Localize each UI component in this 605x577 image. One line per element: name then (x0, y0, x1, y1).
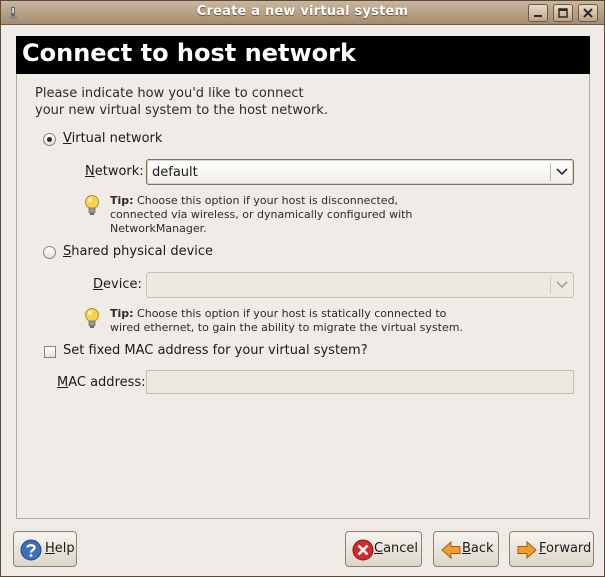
page-header: Connect to host network (16, 36, 590, 74)
maximize-icon (558, 8, 568, 18)
mac-address-label-mnemonic: M (57, 375, 69, 390)
close-icon (583, 8, 593, 18)
tip-bold: Tip: (110, 194, 134, 207)
back-arrow-icon (441, 540, 461, 560)
tip-text: Choose this option if your host is stati… (110, 307, 463, 334)
mac-address-input[interactable] (146, 370, 574, 394)
forward-button-label: Forward (539, 541, 591, 556)
help-icon (20, 539, 42, 561)
network-select-value: default (152, 165, 198, 180)
lightbulb-icon (85, 195, 99, 215)
lightbulb-icon (85, 308, 99, 328)
page-title: Connect to host network (22, 39, 356, 67)
back-mnemonic: B (462, 541, 471, 556)
mac-address-label: MAC address: (57, 375, 146, 390)
virtual-network-radio[interactable] (43, 133, 56, 146)
device-label-rest: evice: (103, 277, 142, 292)
shared-device-label[interactable]: Shared physical device (63, 244, 213, 259)
minimize-icon (534, 15, 542, 17)
cancel-icon (352, 539, 374, 561)
help-button[interactable]: Help (13, 531, 77, 567)
fixed-mac-label-after: xed MAC address for your virtual system? (96, 343, 368, 358)
virtual-network-label-rest: irtual network (71, 131, 163, 146)
cancel-rest: ancel (383, 541, 419, 556)
title-bar[interactable]: Create a new virtual system (1, 1, 604, 25)
fixed-mac-label-before: Set f (63, 343, 97, 358)
tip-bold: Tip: (110, 307, 134, 320)
cancel-mnemonic: C (374, 541, 384, 556)
back-button-label: Back (462, 541, 494, 556)
shared-device-radio[interactable] (43, 246, 56, 259)
forward-mnemonic: F (539, 541, 547, 556)
virtual-network-label-mnemonic: V (63, 131, 72, 146)
fixed-mac-label[interactable]: Set fixed MAC address for your virtual s… (63, 343, 368, 358)
cancel-button[interactable]: Cancel (345, 531, 422, 567)
network-label-rest: etwork: (94, 164, 144, 179)
help-mnemonic: H (45, 541, 55, 556)
combo-separator (550, 163, 551, 181)
back-rest: ack (470, 541, 494, 556)
device-label-mnemonic: D (93, 277, 104, 292)
virtual-network-tip: Tip: Choose this option if your host is … (110, 194, 412, 236)
forward-arrow-icon (517, 540, 537, 560)
help-rest: elp (54, 541, 75, 556)
network-select[interactable]: default (146, 159, 574, 185)
chevron-down-icon (556, 168, 568, 176)
network-label: Network: (85, 164, 144, 179)
maximize-button[interactable] (553, 4, 573, 22)
forward-rest: orward (546, 541, 592, 556)
network-label-mnemonic: N (85, 164, 95, 179)
dialog-window: Create a new virtual system Connect to h… (0, 0, 605, 577)
device-label: Device: (93, 277, 142, 292)
forward-button[interactable]: Forward (509, 531, 594, 567)
back-button[interactable]: Back (433, 531, 499, 567)
cancel-button-label: Cancel (374, 541, 418, 556)
intro-text: Please indicate how you'd like to connec… (35, 86, 328, 118)
chevron-down-icon (556, 281, 568, 289)
combo-separator (550, 276, 551, 294)
device-select[interactable] (146, 272, 574, 298)
help-button-label: Help (45, 541, 75, 556)
minimize-button[interactable] (528, 4, 548, 22)
mac-address-label-rest: AC address: (68, 375, 146, 390)
virtual-network-label[interactable]: Virtual network (63, 131, 162, 146)
window-title: Create a new virtual system (196, 4, 409, 19)
shared-device-tip: Tip: Choose this option if your host is … (110, 307, 463, 335)
tip-text: Choose this option if your host is disco… (110, 194, 413, 235)
close-button[interactable] (578, 4, 598, 22)
shared-device-label-rest: hared physical device (71, 244, 214, 259)
fixed-mac-checkbox[interactable] (44, 346, 56, 358)
